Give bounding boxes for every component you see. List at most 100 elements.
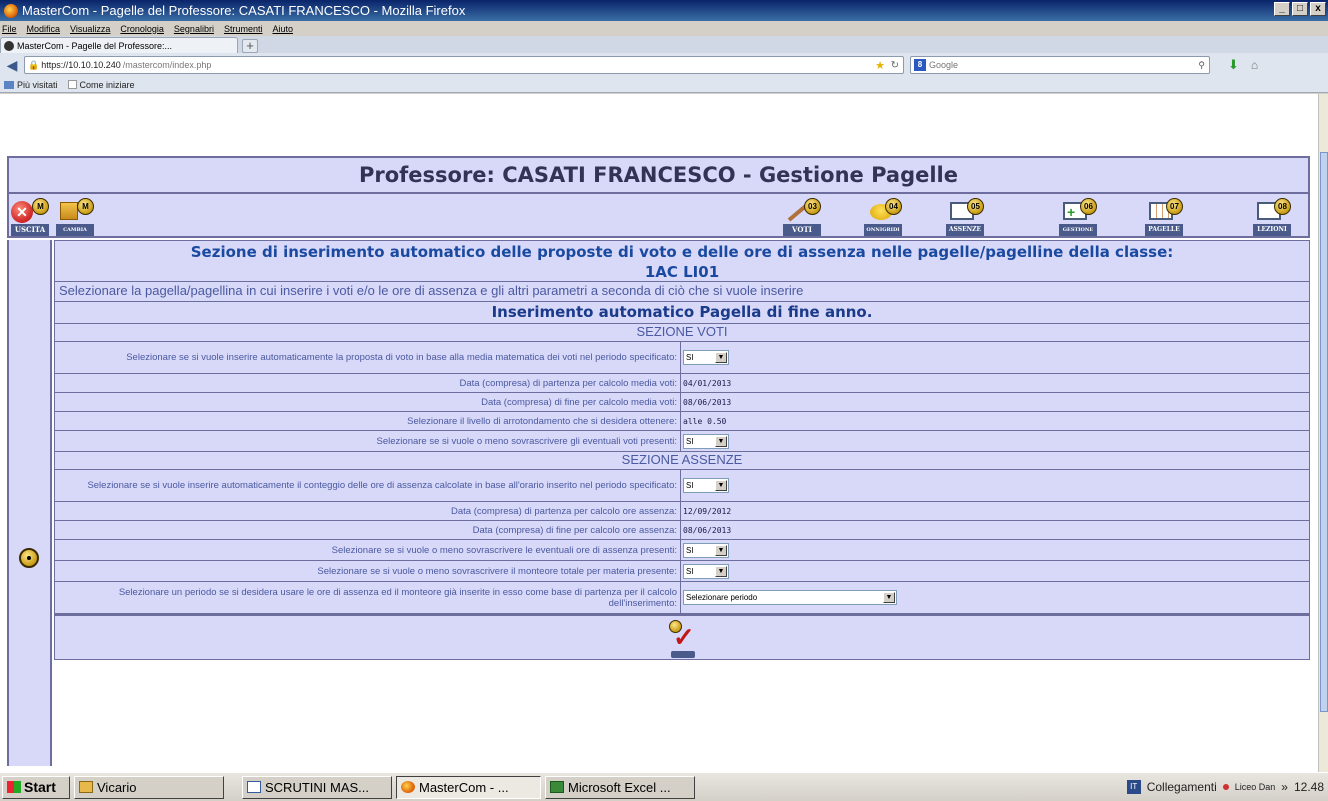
- window-titlebar: MasterCom - Pagelle del Professore: CASA…: [0, 0, 1328, 21]
- form-row: Selezionare se si vuole o meno sovrascri…: [54, 431, 1310, 452]
- task-label: Vicario: [97, 779, 137, 795]
- maximize-button[interactable]: □: [1292, 2, 1308, 16]
- pin-icon[interactable]: [19, 548, 39, 568]
- tray-links[interactable]: Collegamenti: [1147, 780, 1217, 794]
- submit-area: ✓: [54, 614, 1310, 660]
- page-title: Professore: CASATI FRANCESCO - Gestione …: [7, 156, 1310, 194]
- badge: 08: [1274, 198, 1291, 215]
- task-scrutini[interactable]: SCRUTINI MAS...: [242, 775, 392, 799]
- scrollbar-thumb[interactable]: [1320, 152, 1328, 712]
- select-value: SI: [686, 353, 694, 362]
- section-heading-line1: Sezione di inserimento automatico delle …: [190, 243, 1174, 261]
- menu-segnalibri[interactable]: Segnalibri: [174, 24, 214, 34]
- arrotondamento-value: alle 0.50: [683, 416, 727, 426]
- form-row: Data (compresa) di partenza per calcolo …: [54, 502, 1310, 521]
- site-favicon-icon: [4, 40, 14, 51]
- task-mastercom[interactable]: MasterCom - ...: [396, 775, 541, 799]
- sovrascrivi-monteore-select[interactable]: SI ▼: [683, 563, 729, 579]
- start-button[interactable]: Start: [2, 775, 70, 799]
- close-button[interactable]: x: [1310, 2, 1326, 16]
- badge: 04: [885, 198, 902, 215]
- task-vicario[interactable]: Vicario: [74, 775, 224, 799]
- sovrascrivi-voti-label: Selezionare se si vuole o meno sovrascri…: [55, 431, 681, 451]
- form-row: Selezionare se si vuole o meno sovrascri…: [54, 561, 1310, 582]
- home-icon[interactable]: ⌂: [1251, 58, 1258, 72]
- menu-file[interactable]: File: [2, 24, 17, 34]
- language-indicator[interactable]: IT: [1126, 779, 1141, 794]
- minimize-button[interactable]: _: [1274, 2, 1290, 16]
- search-placeholder: Google: [929, 60, 959, 70]
- url-host: https://10.10.10.240: [41, 60, 121, 70]
- section-heading-class: 1AC LI01: [644, 263, 720, 281]
- voti-button[interactable]: 03 VOTI: [783, 198, 821, 236]
- menu-aiuto[interactable]: Aiuto: [272, 24, 293, 34]
- tab-label: MasterCom - Pagelle del Professore:...: [17, 40, 173, 51]
- lock-icon: [60, 202, 78, 220]
- system-tray: IT Collegamenti Liceo Dan » 12.48: [1126, 775, 1328, 798]
- uscita-button[interactable]: ✕ M USCITA: [11, 198, 49, 236]
- vertical-scrollbar[interactable]: [1318, 94, 1328, 772]
- reload-icon[interactable]: ↻: [891, 60, 899, 71]
- auto-media-label: Selezionare se si vuole inserire automat…: [55, 342, 681, 373]
- auto-conteggio-select[interactable]: SI ▼: [683, 478, 729, 493]
- pagelle-button[interactable]: 07 PAGELLE: [1145, 198, 1183, 236]
- assenze-button[interactable]: 05 ASSENZE: [946, 198, 984, 236]
- gestione-button[interactable]: 06 GESTIONE: [1059, 198, 1097, 236]
- data-partenza-assenze-value: 12/09/2012: [683, 506, 732, 516]
- form-row: Selezionare se si vuole o meno sovrascri…: [54, 540, 1310, 561]
- form-row: Selezionare se si vuole inserire automat…: [54, 470, 1310, 502]
- menu-visualizza[interactable]: Visualizza: [70, 24, 110, 34]
- task-excel[interactable]: Microsoft Excel ...: [545, 775, 695, 799]
- tray-more[interactable]: »: [1281, 780, 1288, 794]
- lezioni-button[interactable]: 08 LEZIONI: [1253, 198, 1291, 236]
- bookmark-come-iniziare[interactable]: Come iniziare: [67, 80, 135, 90]
- bookmark-piu-visitati[interactable]: Più visitati: [4, 80, 58, 90]
- address-bar[interactable]: 🔒 https://10.10.10.240/mastercom/index.p…: [24, 56, 904, 74]
- submit-button[interactable]: ✓: [667, 620, 699, 658]
- select-value: SI: [686, 545, 694, 555]
- form-content: Sezione di inserimento automatico delle …: [54, 240, 1310, 766]
- cambia-password-button[interactable]: M CAMBIA PASSWORD: [56, 198, 94, 245]
- toolbar-label: PAGELLE: [1145, 224, 1183, 236]
- left-column: [7, 240, 52, 766]
- chevron-down-icon: ▼: [883, 592, 895, 603]
- data-partenza-assenze-label: Data (compresa) di partenza per calcolo …: [55, 502, 681, 520]
- task-label: MasterCom - ...: [419, 779, 509, 795]
- search-icon[interactable]: ⚲: [1198, 60, 1205, 71]
- onnigridi-button[interactable]: 04 ONNIGRIDI: [864, 198, 902, 236]
- download-icon[interactable]: ⬇: [1228, 57, 1239, 73]
- periodo-label: Selezionare un periodo se si desidera us…: [55, 582, 681, 613]
- toolbar-label: VOTI: [783, 224, 821, 236]
- button-bar: [671, 651, 695, 658]
- menu-cronologia[interactable]: Cronologia: [120, 24, 164, 34]
- google-icon[interactable]: 8: [914, 59, 926, 71]
- select-value: SI: [686, 566, 694, 576]
- search-box[interactable]: 8 Google ⚲: [910, 56, 1210, 74]
- bookmarks-bar: Più visitati Come iniziare: [0, 77, 1328, 93]
- sovrascrivi-monteore-label: Selezionare se si vuole o meno sovrascri…: [55, 561, 681, 581]
- exit-icon: ✕: [11, 201, 33, 223]
- network-icon: [1222, 783, 1229, 790]
- new-tab-button[interactable]: +: [242, 39, 258, 53]
- chevron-down-icon: ▼: [715, 352, 727, 363]
- tray-user[interactable]: Liceo Dan: [1235, 782, 1276, 792]
- auto-media-select[interactable]: SI ▼: [683, 350, 729, 365]
- form-row: Data (compresa) di partenza per calcolo …: [54, 374, 1310, 393]
- toolbar-label: LEZIONI: [1253, 224, 1291, 236]
- data-fine-voti-label: Data (compresa) di fine per calcolo medi…: [55, 393, 681, 411]
- select-value: SI: [686, 436, 694, 446]
- tab-mastercom[interactable]: MasterCom - Pagelle del Professore:...: [0, 37, 238, 53]
- periodo-select[interactable]: Selezionare periodo ▼: [683, 590, 897, 605]
- sezione-assenze-title: SEZIONE ASSENZE: [54, 452, 1310, 470]
- select-value: SI: [686, 481, 694, 490]
- back-arrow-icon[interactable]: ◀: [4, 57, 20, 73]
- sovrascrivi-ore-select[interactable]: SI ▼: [683, 542, 729, 558]
- bookmark-star-icon[interactable]: ★: [875, 59, 885, 72]
- sovrascrivi-voti-select[interactable]: SI ▼: [683, 433, 729, 449]
- page-viewport: Professore: CASATI FRANCESCO - Gestione …: [0, 94, 1318, 772]
- menu-modifica[interactable]: Modifica: [27, 24, 61, 34]
- excel-icon: [550, 781, 564, 793]
- firefox-icon: [401, 781, 415, 793]
- menu-strumenti[interactable]: Strumenti: [224, 24, 263, 34]
- badge: 05: [967, 198, 984, 215]
